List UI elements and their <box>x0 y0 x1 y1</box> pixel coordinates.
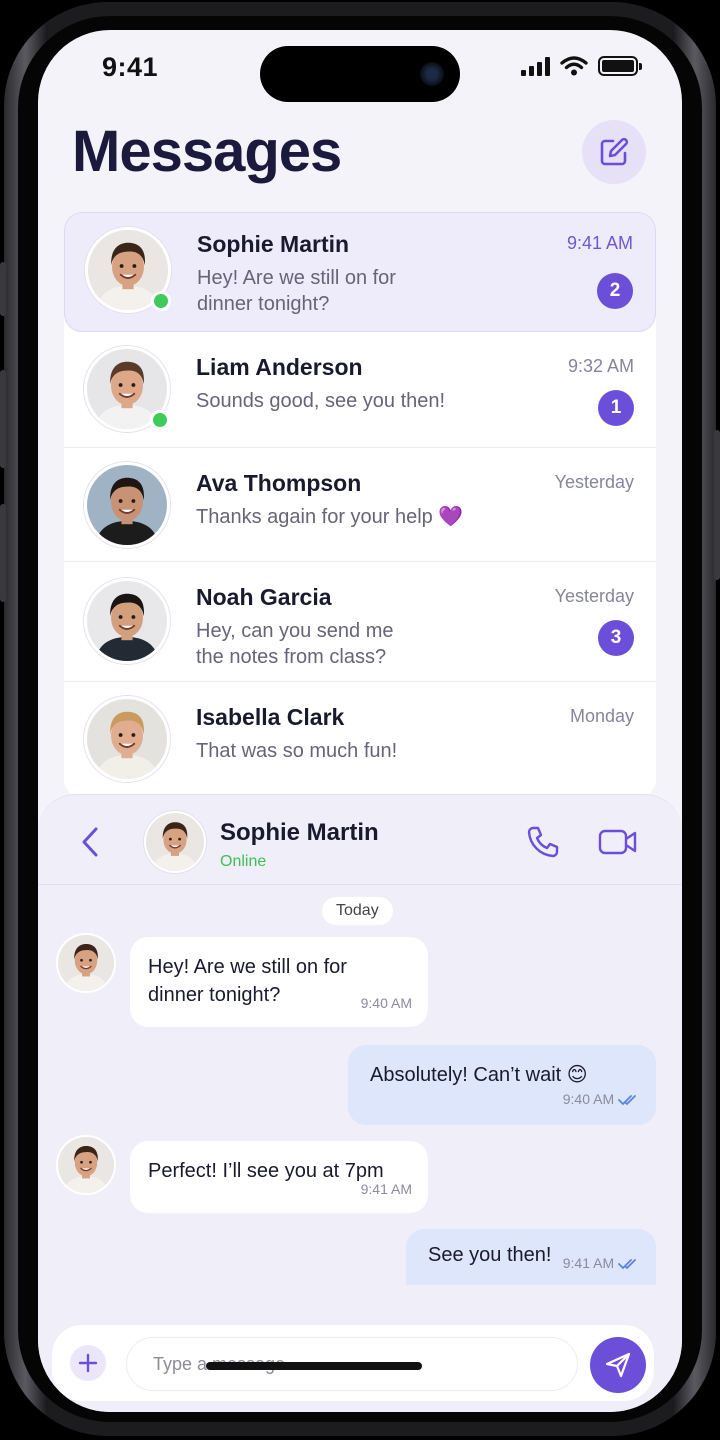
volume-down-button <box>0 504 6 602</box>
message-preview: That was so much fun! <box>196 740 398 762</box>
read-receipt-icon <box>618 1259 636 1270</box>
phone-call-icon[interactable] <box>526 825 560 859</box>
battery-icon <box>598 56 642 76</box>
read-receipt-icon <box>618 1095 636 1106</box>
compose-button[interactable] <box>582 120 646 184</box>
contact-name: Noah Garcia <box>196 584 332 610</box>
day-separator: Today <box>322 897 393 925</box>
message-time: Yesterday <box>554 472 634 492</box>
video-call-icon[interactable] <box>598 827 638 857</box>
message-status: 9:40 AM <box>563 1085 640 1113</box>
volume-up-button <box>0 370 6 468</box>
contact-name: Ava Thompson <box>196 470 362 496</box>
conversation-item[interactable]: Noah Garcia Hey, can you send me the not… <box>64 562 656 682</box>
chat-header: Sophie Martin Online <box>38 795 682 885</box>
avatar <box>84 578 170 664</box>
message-preview: Hey, can you send me the notes from clas… <box>196 620 394 668</box>
message-preview: Hey! Are we still on for dinner tonight? <box>197 267 396 315</box>
chat-contact-status: Online <box>220 853 267 870</box>
conversation-list: Sophie Martin Hey! Are we still on for d… <box>64 212 656 798</box>
message-time: Yesterday <box>554 586 634 606</box>
message-text: See you then! <box>428 1244 552 1266</box>
mute-switch <box>0 262 6 316</box>
send-icon <box>605 1352 631 1378</box>
unread-badge: 3 <box>598 620 634 656</box>
phone-screen: 9:41 Messages Sophie Martin Hey! Are we … <box>38 30 682 1412</box>
conversation-item[interactable]: Ava Thompson Thanks again for your help … <box>64 448 656 562</box>
chat-contact-name: Sophie Martin <box>220 819 379 846</box>
incoming-message-bubble: Perfect! I’ll see you at 7pm 9:41 AM <box>130 1141 428 1213</box>
home-indicator[interactable] <box>206 1362 422 1370</box>
outgoing-message-bubble: See you then! 9:41 AM <box>406 1229 656 1285</box>
status-icons <box>521 56 642 76</box>
send-button[interactable] <box>590 1337 646 1393</box>
online-indicator <box>151 291 171 311</box>
back-button[interactable] <box>76 825 104 859</box>
page-title: Messages <box>72 119 342 184</box>
message-time: 9:41 AM <box>566 233 633 253</box>
sender-avatar <box>56 933 116 993</box>
status-time: 9:41 <box>102 52 159 82</box>
message-time: Monday <box>569 706 634 726</box>
wifi-icon <box>560 56 588 76</box>
message-time: 9:32 AM <box>567 356 634 376</box>
contact-name: Liam Anderson <box>196 354 363 380</box>
status-bar: 9:41 <box>38 30 682 110</box>
avatar <box>84 696 170 782</box>
power-button <box>714 430 720 580</box>
message-status: 9:41 AM <box>563 1249 640 1277</box>
message-timestamp: 9:41 AM <box>360 1181 412 1197</box>
message-preview: Sounds good, see you then! <box>196 390 446 412</box>
chat-avatar[interactable] <box>144 811 206 873</box>
message-text: Hey! Are we still on for dinner tonight? <box>148 956 347 1006</box>
conversation-item[interactable]: Sophie Martin Hey! Are we still on for d… <box>64 212 656 332</box>
cellular-signal-icon <box>521 56 550 76</box>
incoming-message-bubble: Hey! Are we still on for dinner tonight?… <box>130 937 428 1027</box>
plus-icon <box>78 1353 98 1373</box>
sender-avatar <box>56 1135 116 1195</box>
message-timestamp: 9:40 AM <box>562 1091 615 1107</box>
outgoing-message-bubble: Absolutely! Can’t wait 😊 9:40 AM <box>348 1045 656 1125</box>
avatar <box>84 462 170 548</box>
add-attachment-button[interactable] <box>70 1345 106 1381</box>
contact-name: Sophie Martin <box>197 231 350 257</box>
unread-badge: 1 <box>598 390 634 426</box>
front-camera <box>420 62 444 86</box>
message-timestamp: 9:41 AM <box>562 1255 615 1271</box>
conversation-item[interactable]: Liam Anderson Sounds good, see you then!… <box>64 332 656 448</box>
contact-name: Isabella Clark <box>196 704 345 730</box>
online-indicator <box>150 410 170 430</box>
compose-icon <box>600 137 629 166</box>
chat-panel: Sophie Martin Online Today Hey! Are we s… <box>38 794 682 1412</box>
message-timestamp: 9:40 AM <box>360 995 412 1011</box>
message-preview: Thanks again for your help 💜 <box>196 506 464 528</box>
dynamic-island <box>260 46 460 102</box>
unread-badge: 2 <box>597 273 633 309</box>
conversation-item[interactable]: Isabella Clark That was so much fun! Mon… <box>64 682 656 798</box>
